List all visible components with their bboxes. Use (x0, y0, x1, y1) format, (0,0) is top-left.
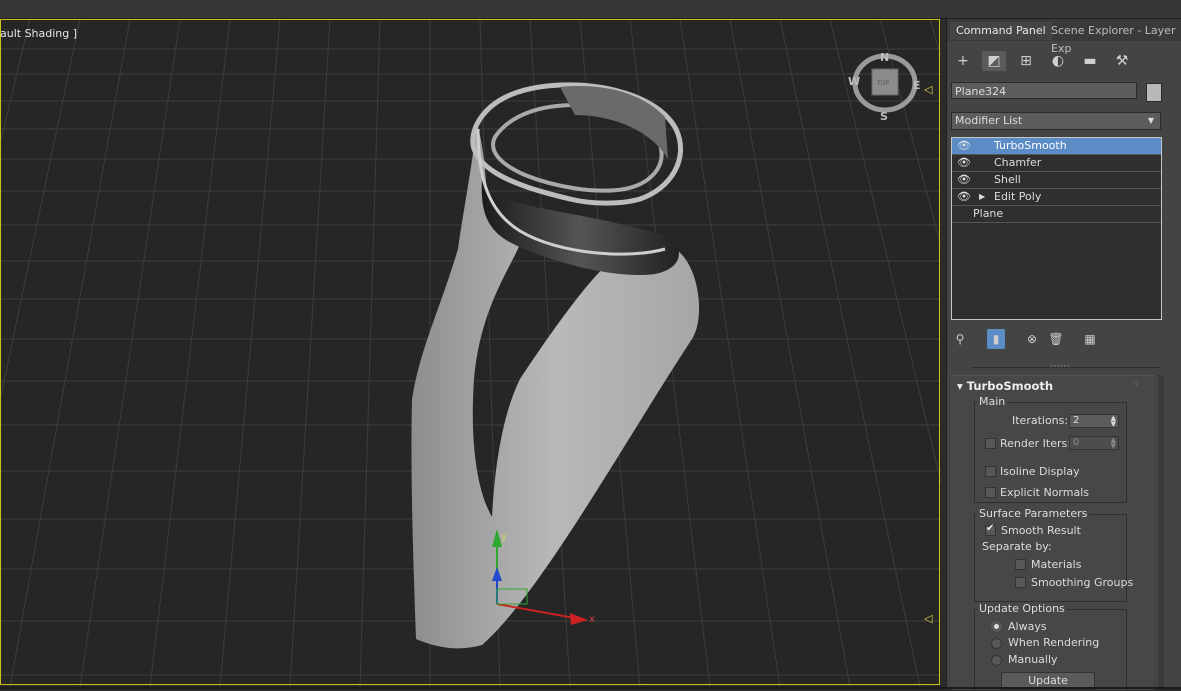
smoothing-groups-label: Smoothing Groups (1031, 576, 1134, 589)
materials-label: Materials (1031, 558, 1082, 571)
update-options-group: Update Options Always When Rendering Man… (974, 602, 1127, 691)
always-label: Always (1008, 620, 1047, 633)
viewcube-south: S (880, 110, 888, 123)
make-unique-icon[interactable]: ⊗ (1023, 329, 1041, 349)
eye-icon[interactable]: 👁 (957, 155, 971, 171)
manually-label: Manually (1008, 653, 1058, 666)
render-iters-label: Render Iters: (1000, 437, 1071, 450)
manually-radio[interactable] (991, 655, 1002, 666)
gizmo-y-label: y (501, 532, 507, 543)
when-rendering-radio[interactable] (991, 638, 1002, 649)
viewport-marker-bottom: ◁ (924, 612, 933, 625)
eye-icon[interactable]: 👁 (957, 189, 971, 205)
utilities-icon[interactable]: ⚒ (1110, 51, 1134, 71)
main-group-title: Main (977, 395, 1008, 408)
smooth-result-checkbox[interactable] (985, 523, 996, 536)
viewcube-face: TOP (876, 80, 889, 87)
update-options-title: Update Options (977, 602, 1067, 615)
motion-icon[interactable]: ◐ (1046, 51, 1070, 71)
hierarchy-icon[interactable]: ⊞ (1014, 51, 1038, 71)
main-group: Main Iterations: 2 ▲ ▼ Render Iters: 0 ▲ ▼… (974, 395, 1127, 503)
pin-stack-icon[interactable]: ⚲ (951, 329, 969, 349)
modifier-list-label: Modifier List (955, 114, 1023, 127)
perspective-viewport[interactable]: y x N S E W TOP ault Shading ] ◁ ◁ (0, 19, 941, 687)
remove-modifier-icon[interactable]: 🗑 (1047, 329, 1065, 349)
stack-item-edit-poly[interactable]: 👁 ▶ Edit Poly (952, 189, 1161, 206)
explicit-normals-checkbox[interactable] (985, 487, 996, 498)
display-icon[interactable]: ▬ (1078, 51, 1102, 71)
smooth-result-label: Smooth Result (1001, 524, 1081, 537)
stack-item-chamfer[interactable]: 👁 Chamfer (952, 155, 1161, 172)
spinner-arrows-icon[interactable]: ▲ ▼ (1111, 415, 1116, 428)
isoline-display-label: Isoline Display (1000, 465, 1080, 478)
viewport-marker-top: ◁ (924, 83, 933, 96)
stack-tools: ⚲ ▮ ⊗ 🗑 ▦ (951, 329, 1162, 351)
gizmo-x-label: x (589, 614, 595, 625)
eye-icon[interactable]: 👁 (957, 172, 971, 188)
create-icon[interactable]: + (951, 51, 975, 71)
render-iters-checkbox[interactable] (985, 438, 996, 449)
rollout-title[interactable]: ▾ TurboSmooth (957, 379, 1053, 393)
render-iters-value: 0 (1073, 437, 1080, 448)
stack-item-turbosmooth[interactable]: 👁 TurboSmooth (952, 138, 1161, 155)
separate-by-label: Separate by: (982, 540, 1052, 553)
eye-icon[interactable]: 👁 (957, 138, 971, 154)
iterations-spinner[interactable]: 2 ▲ ▼ (1069, 414, 1119, 428)
stack-item-plane[interactable]: Plane (952, 206, 1161, 223)
rollout-scrollbar[interactable] (1158, 375, 1164, 689)
materials-checkbox[interactable] (1015, 559, 1026, 570)
isoline-display-checkbox[interactable] (985, 466, 996, 477)
iterations-value: 2 (1073, 415, 1080, 426)
spinner-arrows-icon[interactable]: ▲ ▼ (1111, 437, 1116, 450)
stack-item-label: Chamfer (994, 156, 1042, 169)
viewcube-west: W (848, 75, 860, 88)
rollout-grip-icon: ⁘ (1132, 379, 1140, 389)
stack-item-label: Shell (994, 173, 1021, 186)
viewcube-east: E (913, 79, 921, 92)
panel-divider (971, 367, 1161, 368)
tab-command-panel[interactable]: Command Panel (950, 22, 1052, 40)
smoothing-groups-checkbox[interactable] (1015, 577, 1026, 588)
viewport-shading-label[interactable]: ault Shading ] (0, 27, 77, 40)
surface-parameters-group: Surface Parameters Smooth Result Separat… (974, 507, 1133, 602)
configure-sets-icon[interactable]: ▦ (1081, 329, 1099, 349)
modifier-stack[interactable]: 👁 TurboSmooth 👁 Chamfer 👁 Shell 👁 ▶ Edit… (951, 137, 1162, 320)
always-radio[interactable] (991, 621, 1002, 632)
iterations-label: Iterations: (1012, 414, 1069, 427)
when-rendering-label: When Rendering (1008, 636, 1100, 649)
object-name-field[interactable]: Plane324 (951, 82, 1137, 99)
modifier-list-dropdown[interactable]: Modifier List ▼ (951, 112, 1161, 130)
stack-item-shell[interactable]: 👁 Shell (952, 172, 1161, 189)
object-color-swatch[interactable] (1146, 83, 1162, 102)
stack-item-label: TurboSmooth (994, 139, 1067, 152)
stack-item-label: Edit Poly (994, 190, 1042, 203)
tie-mesh (411, 82, 700, 649)
explicit-normals-label: Explicit Normals (1000, 486, 1089, 499)
surface-parameters-title: Surface Parameters (977, 507, 1090, 520)
command-panel: Command Panel Scene Explorer - Layer Exp… (946, 19, 1181, 691)
turbosmooth-rollout: ▾ TurboSmooth ⁘ Main Iterations: 2 ▲ ▼ Re… (951, 375, 1154, 691)
viewcube-north: N (880, 51, 889, 64)
show-end-result-icon[interactable]: ▮ (987, 329, 1005, 349)
modify-icon[interactable]: ◩ (982, 51, 1006, 71)
stack-item-label: Plane (973, 207, 1004, 220)
viewport-canvas[interactable]: y x N S E W TOP (0, 19, 941, 687)
dropdown-arrow-icon: ▼ (1147, 116, 1154, 125)
tab-scene-explorer[interactable]: Scene Explorer - Layer Exp (1045, 22, 1181, 55)
top-toolbar-strip (0, 0, 1181, 19)
render-iters-spinner[interactable]: 0 ▲ ▼ (1069, 436, 1119, 450)
expand-triangle-icon[interactable]: ▶ (979, 189, 985, 205)
panel-icon-bar: + ◩ ⊞ ◐ ▬ ⚒ (947, 49, 1181, 75)
panel-tabs: Command Panel Scene Explorer - Layer Exp (947, 19, 1181, 55)
